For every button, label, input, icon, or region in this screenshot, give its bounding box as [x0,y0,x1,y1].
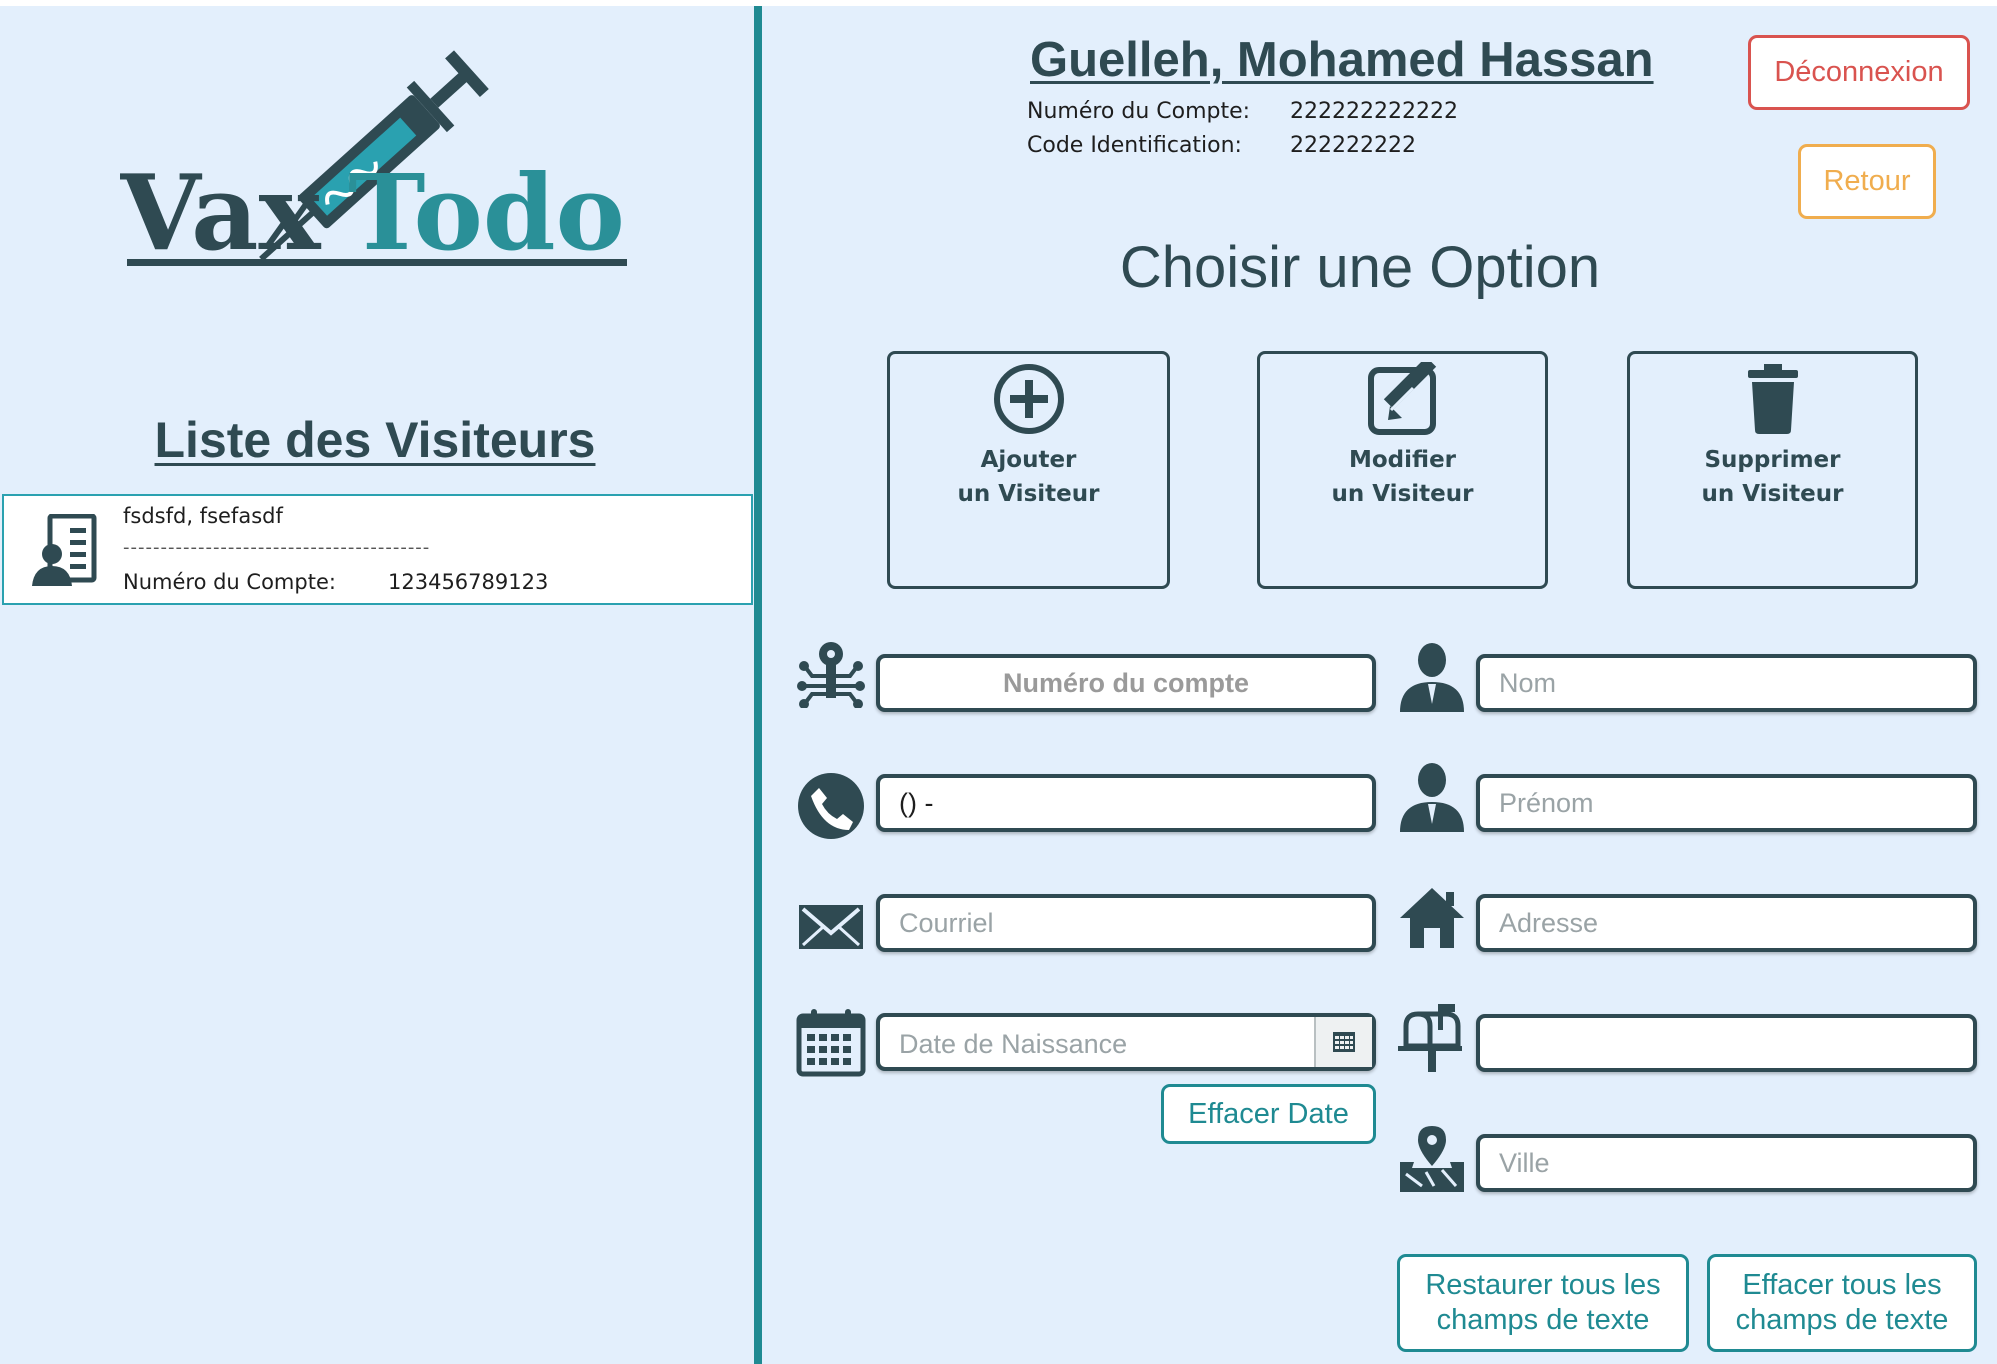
email-envelope-icon [799,905,863,949]
vaxtodo-logo: Vax Todo [119,34,640,334]
visitor-separator: ----------------------------------------… [123,537,431,558]
delete-visitor-label: Supprimer un Visiteur [1701,447,1844,507]
panel-divider [754,6,762,1364]
plus-circle-icon [993,364,1064,434]
birth-date-picker[interactable]: Date de Naissance [876,1013,1376,1071]
first-name-input[interactable] [1476,774,1977,832]
last-name-input[interactable] [1476,654,1977,712]
trash-icon [1747,364,1798,434]
user-name: Guelleh, Mohamed Hassan [1030,33,1654,87]
user-id-label: Code Identification: [1027,133,1242,158]
home-icon [1400,888,1464,948]
phone-icon [798,773,864,839]
logo-text-vax: Vax [120,151,322,274]
map-location-icon [1400,1126,1464,1192]
date-picker-button[interactable] [1314,1017,1372,1067]
city-input[interactable] [1476,1134,1977,1192]
visitor-account-label: Numéro du Compte: [123,570,336,594]
email-input[interactable] [876,894,1376,952]
clear-all-fields-button[interactable]: Effacer tous les champs de texte [1707,1254,1977,1352]
visitor-name: fsdsfd, fsefasdf [123,504,283,528]
logo-text-todo: Todo [348,151,625,274]
visitor-account-value: 123456789123 [388,570,549,594]
app-window: Vax Todo Liste des Visiteurs fsdsfd, fse… [0,6,1997,1364]
calendar-icon [796,1009,866,1077]
birth-date-placeholder: Date de Naissance [899,1029,1128,1059]
visitor-list-title: Liste des Visiteurs [154,412,596,468]
delete-visitor-button[interactable]: Supprimer un Visiteur [1627,351,1918,589]
clear-date-button[interactable]: Effacer Date [1161,1084,1376,1144]
edit-icon [1367,362,1436,435]
user-id-value: 222222222 [1290,133,1416,158]
mailbox-icon [1398,1004,1462,1072]
phone-input[interactable] [876,774,1376,832]
account-key-icon [797,642,865,708]
edit-visitor-label: Modifier un Visiteur [1331,447,1474,507]
user-account-value: 222222222222 [1290,99,1458,124]
edit-visitor-button[interactable]: Modifier un Visiteur [1257,351,1548,589]
restore-all-fields-button[interactable]: Restaurer tous les champs de texte [1397,1254,1689,1352]
small-calendar-icon [1333,1032,1355,1052]
add-visitor-label: Ajouter un Visiteur [957,447,1100,507]
add-visitor-button[interactable]: Ajouter un Visiteur [887,351,1170,589]
person-icon [1400,763,1464,832]
visitor-list-item[interactable]: fsdsfd, fsefasdf -----------------------… [2,494,753,605]
address-input[interactable] [1476,894,1977,952]
postal-code-input[interactable] [1476,1014,1977,1072]
visitor-profile-icon [32,514,97,586]
back-button[interactable]: Retour [1798,144,1936,219]
user-account-label: Numéro du Compte: [1027,99,1251,124]
logout-button[interactable]: Déconnexion [1748,35,1970,110]
account-number-input[interactable] [876,654,1376,712]
choose-option-title: Choisir une Option [1119,235,1601,300]
person-icon [1400,643,1464,712]
